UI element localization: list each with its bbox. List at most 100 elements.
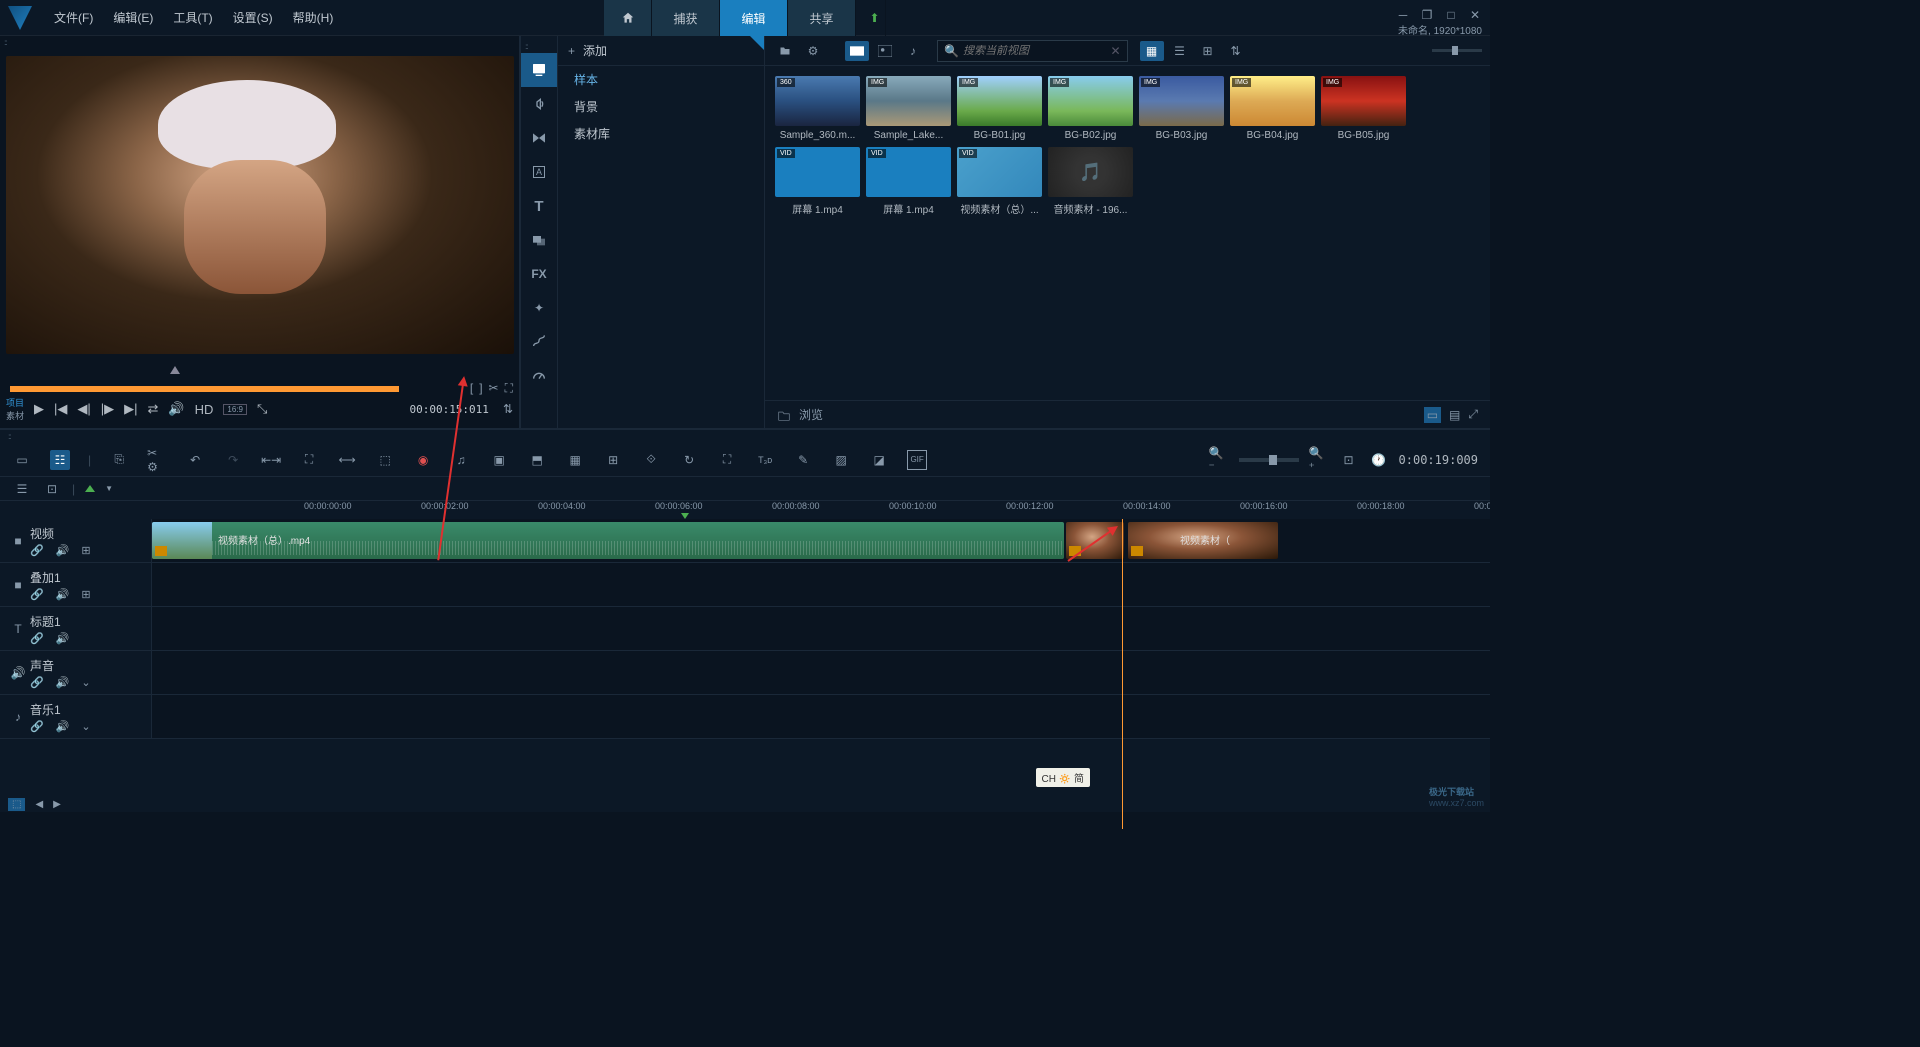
tab-capture[interactable]: 捕获 xyxy=(652,0,720,36)
tab-edit[interactable]: 编辑 xyxy=(720,0,788,36)
transition-button[interactable] xyxy=(521,121,557,155)
resize-icon[interactable]: ⤡ xyxy=(257,401,267,417)
zoom-in-button[interactable]: 🔍⁺ xyxy=(1309,450,1329,470)
tools-button[interactable]: ✂⚙ xyxy=(147,450,167,470)
path-button[interactable] xyxy=(521,325,557,359)
import-button[interactable] xyxy=(773,41,797,61)
tree-item-material[interactable]: 素材库 xyxy=(558,120,764,147)
chevron-down-icon[interactable]: ⌄ xyxy=(81,676,90,689)
undo-button[interactable]: ↶ xyxy=(185,450,205,470)
tab-home[interactable] xyxy=(604,0,652,36)
mute-icon[interactable]: 🔊 xyxy=(56,676,70,689)
layout-toggle-1[interactable]: ▭ xyxy=(1424,407,1441,423)
sound-button[interactable] xyxy=(521,87,557,121)
menu-tools[interactable]: 工具(T) xyxy=(163,5,222,30)
lock-icon[interactable]: ⊞ xyxy=(81,588,90,601)
track-content[interactable] xyxy=(152,651,1490,694)
scroll-left-button[interactable]: ◀ xyxy=(35,799,43,810)
timecode-spinner[interactable]: ⇅ xyxy=(503,402,513,416)
zoom-slider[interactable] xyxy=(1239,458,1299,462)
link-icon[interactable]: 🔗 xyxy=(30,720,44,733)
split-button[interactable]: ⟷ xyxy=(337,450,357,470)
media-item[interactable]: VID视频素材（总）... xyxy=(957,147,1042,216)
rotate-button[interactable]: ↻ xyxy=(679,450,699,470)
media-item[interactable]: IMGBG-B02.jpg xyxy=(1048,76,1133,141)
drag-handle[interactable]: :::::::: xyxy=(525,42,553,51)
mute-icon[interactable]: 🔊 xyxy=(56,720,70,733)
title-button[interactable]: A xyxy=(521,155,557,189)
link-icon[interactable]: 🔗 xyxy=(30,544,44,557)
media-item[interactable]: 🎵音频素材 - 196... xyxy=(1048,147,1133,216)
scroll-right-button[interactable]: ▶ xyxy=(53,799,61,810)
link-icon[interactable]: 🔗 xyxy=(30,632,44,645)
menu-edit[interactable]: 编辑(E) xyxy=(103,5,163,30)
restore-button[interactable]: ❐ xyxy=(1420,8,1434,22)
menu-settings[interactable]: 设置(S) xyxy=(223,5,283,30)
drag-handle[interactable]: :::::::: xyxy=(4,38,6,47)
track-motion-button[interactable]: ⟐ xyxy=(641,450,661,470)
loop-button[interactable]: ⇄ xyxy=(148,401,159,417)
close-button[interactable]: ✕ xyxy=(1468,8,1482,22)
marker-button[interactable]: ◉ xyxy=(413,450,433,470)
chevron-down-icon[interactable]: ▼ xyxy=(105,484,113,493)
step-back-button[interactable]: ◀| xyxy=(77,401,90,417)
view-small-button[interactable]: ⊞ xyxy=(1196,41,1220,61)
filter-photo-button[interactable] xyxy=(873,41,897,61)
tab-share[interactable]: 共享 xyxy=(788,0,856,36)
scrub-bar[interactable] xyxy=(10,386,399,392)
speed-button[interactable] xyxy=(521,359,557,393)
library-add-button[interactable]: + 添加 xyxy=(558,36,764,66)
menu-help[interactable]: 帮助(H) xyxy=(283,5,344,30)
mark-in-icon[interactable]: [ xyxy=(470,381,473,396)
chevron-down-icon[interactable]: ⌄ xyxy=(81,720,90,733)
crop-button[interactable]: ⬚ xyxy=(375,450,395,470)
text-button[interactable]: T xyxy=(521,189,557,223)
mode-b-button[interactable]: ⊡ xyxy=(42,479,62,499)
timeline-view-button[interactable]: ☷ xyxy=(50,450,70,470)
media-item[interactable]: IMGBG-B04.jpg xyxy=(1230,76,1315,141)
fullscreen-button[interactable]: ⛶ xyxy=(299,450,319,470)
effect-button[interactable]: ◪ xyxy=(869,450,889,470)
track-header[interactable]: ■叠加1🔗🔊⊞ xyxy=(0,563,152,606)
hd-toggle[interactable]: HD xyxy=(195,402,214,417)
media-item[interactable]: IMGBG-B01.jpg xyxy=(957,76,1042,141)
filter-audio-button[interactable]: ♪ xyxy=(901,41,925,61)
track-header[interactable]: ♪音乐1🔗🔊⌄ xyxy=(0,695,152,738)
tree-item-sample[interactable]: 样本 xyxy=(558,66,764,93)
clear-search-button[interactable]: ✕ xyxy=(1110,44,1120,58)
mute-icon[interactable]: 🔊 xyxy=(56,632,70,645)
layout-toggle-2[interactable]: ▤ xyxy=(1449,408,1460,422)
volume-button[interactable]: 🔊 xyxy=(168,401,184,417)
insert-mode-icon[interactable] xyxy=(85,485,95,492)
pan-zoom-button[interactable]: ⛶ xyxy=(717,450,737,470)
thumb-size-slider[interactable] xyxy=(1432,49,1482,52)
clock-button[interactable]: 🕐 xyxy=(1369,450,1389,470)
goto-end-button[interactable]: ▶| xyxy=(124,401,137,417)
aspect-ratio[interactable]: 16:9 xyxy=(223,404,247,415)
mute-icon[interactable]: 🔊 xyxy=(56,588,70,601)
multi-button[interactable]: ▦ xyxy=(565,450,585,470)
zoom-out-button[interactable]: 🔍⁻ xyxy=(1209,450,1229,470)
sort-button[interactable]: ⇅ xyxy=(1224,41,1248,61)
mode-a-button[interactable]: ☰ xyxy=(12,479,32,499)
layout-toggle-3[interactable]: ⤢ xyxy=(1468,407,1478,422)
media-item[interactable]: VID屏幕 1.mp4 xyxy=(775,147,860,216)
record-button[interactable]: ⚙ xyxy=(801,41,825,61)
chapter-button[interactable]: ▣ xyxy=(489,450,509,470)
expand-icon[interactable]: ⛶ xyxy=(505,381,513,396)
minimize-button[interactable]: ─ xyxy=(1396,8,1410,22)
subtitle-button[interactable]: ✎ xyxy=(793,450,813,470)
fx-button[interactable]: FX xyxy=(521,257,557,291)
fit-project-button[interactable]: ⊡ xyxy=(1339,450,1359,470)
media-item[interactable]: IMGBG-B03.jpg xyxy=(1139,76,1224,141)
link-icon[interactable]: 🔗 xyxy=(30,588,44,601)
gif-button[interactable]: GIF xyxy=(907,450,927,470)
upload-button[interactable]: ⬆ xyxy=(856,0,886,36)
fit-button[interactable]: ⇤⇥ xyxy=(261,450,281,470)
track-content[interactable] xyxy=(152,563,1490,606)
media-item[interactable]: IMGSample_Lake... xyxy=(866,76,951,141)
filter-video-button[interactable] xyxy=(845,41,869,61)
grid-button[interactable]: ⊞ xyxy=(603,450,623,470)
track-content[interactable] xyxy=(152,695,1490,738)
play-button[interactable]: ▶ xyxy=(34,401,44,417)
